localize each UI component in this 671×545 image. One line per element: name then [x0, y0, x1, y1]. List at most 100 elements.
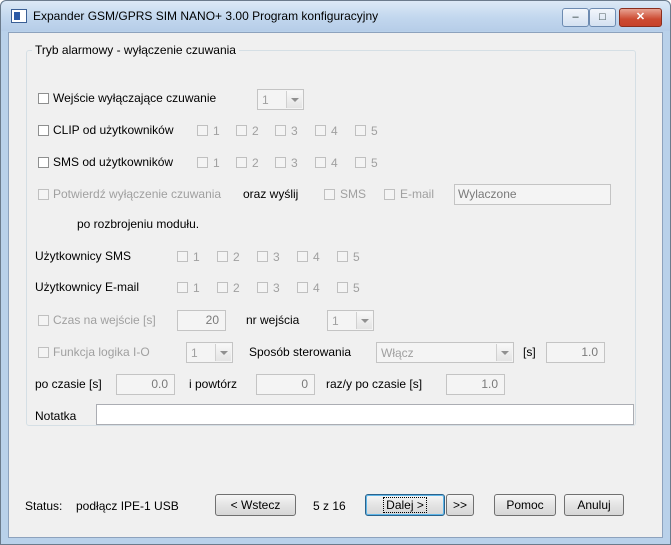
email-recipient-4-checkbox[interactable] — [297, 282, 308, 293]
maximize-icon: □ — [599, 11, 606, 23]
minimize-button[interactable]: – — [562, 8, 589, 27]
next-button[interactable]: Dalej > — [365, 494, 445, 516]
alarm-mode-group: Tryb alarmowy - wyłączenie czuwania Wejś… — [26, 43, 636, 426]
email-recipient-4-label: 4 — [313, 281, 320, 295]
logic-io-select-value: 1 — [191, 346, 198, 360]
help-button[interactable]: Pomoc — [494, 494, 556, 516]
clip-users-label: CLIP od użytkowników — [53, 123, 174, 137]
input-disarm-label: Wejście wyłączające czuwanie — [53, 91, 217, 105]
sms-recipient-1-label: 1 — [193, 250, 200, 264]
sms-user-4-label: 4 — [331, 156, 338, 170]
input-disarm-select[interactable]: 1 — [257, 89, 304, 110]
close-icon: ✕ — [635, 11, 646, 23]
close-button[interactable]: ✕ — [619, 8, 662, 27]
title-bar[interactable]: Expander GSM/GPRS SIM NANO+ 3.00 Program… — [1, 1, 670, 31]
confirm-disarm-checkbox[interactable] — [38, 189, 49, 200]
clip-user-1-checkbox[interactable] — [197, 125, 208, 136]
sms-user-5-label: 5 — [371, 156, 378, 170]
clip-user-3-label: 3 — [291, 124, 298, 138]
control-mode-select[interactable]: Włącz — [376, 342, 514, 363]
next-button-label: Dalej > — [383, 497, 427, 513]
clip-user-2-checkbox[interactable] — [236, 125, 247, 136]
sms-recipient-3-label: 3 — [273, 250, 280, 264]
sms-recipients-label: Użytkownicy SMS — [35, 249, 132, 263]
logic-io-label: Funkcja logika I-O — [53, 345, 150, 359]
email-recipients-label: Użytkownicy E-mail — [35, 280, 140, 294]
app-icon — [11, 9, 27, 23]
email-recipient-2-checkbox[interactable] — [217, 282, 228, 293]
sms-user-3-checkbox[interactable] — [275, 157, 286, 168]
sms-user-3-label: 3 — [291, 156, 298, 170]
cancel-button[interactable]: Anuluj — [564, 494, 624, 516]
send-email-label: E-mail — [400, 187, 435, 201]
times-field[interactable]: 1.0 — [446, 374, 505, 395]
email-recipient-3-label: 3 — [273, 281, 280, 295]
control-mode-select-value: Włącz — [381, 346, 414, 360]
back-button[interactable]: < Wstecz — [215, 494, 296, 516]
clip-users-checkbox[interactable] — [38, 125, 49, 136]
sms-user-1-label: 1 — [213, 156, 220, 170]
minimize-icon: – — [572, 11, 579, 23]
chevron-down-icon — [286, 91, 302, 108]
app-window: Expander GSM/GPRS SIM NANO+ 3.00 Program… — [0, 0, 671, 545]
window-title: Expander GSM/GPRS SIM NANO+ 3.00 Program… — [33, 9, 379, 23]
sms-recipient-4-checkbox[interactable] — [297, 251, 308, 262]
maximize-button[interactable]: □ — [589, 8, 616, 27]
input-number-label: nr wejścia — [246, 313, 300, 327]
email-recipient-5-label: 5 — [353, 281, 360, 295]
chevron-down-icon — [215, 344, 231, 361]
clip-user-1-label: 1 — [213, 124, 220, 138]
chevron-down-icon — [496, 344, 512, 361]
entry-time-field[interactable]: 20 — [177, 310, 226, 331]
sms-recipient-2-checkbox[interactable] — [217, 251, 228, 262]
logic-io-select[interactable]: 1 — [186, 342, 233, 363]
sms-user-2-checkbox[interactable] — [236, 157, 247, 168]
input-disarm-select-value: 1 — [262, 93, 269, 107]
sms-recipient-3-checkbox[interactable] — [257, 251, 268, 262]
sms-recipient-5-label: 5 — [353, 250, 360, 264]
clip-user-4-label: 4 — [331, 124, 338, 138]
repeat-field[interactable]: 0 — [256, 374, 315, 395]
control-mode-label: Sposób sterowania — [249, 345, 352, 359]
entry-time-checkbox[interactable] — [38, 315, 49, 326]
group-legend: Tryb alarmowy - wyłączenie czuwania — [32, 43, 239, 57]
entry-time-label: Czas na wejście [s] — [53, 313, 156, 327]
and-send-label: oraz wyślij — [243, 187, 299, 201]
after-disarm-label: po rozbrojeniu modułu. — [77, 217, 200, 231]
input-number-select[interactable]: 1 — [327, 310, 374, 331]
sms-user-2-label: 2 — [252, 156, 259, 170]
sms-users-label: SMS od użytkowników — [53, 155, 174, 169]
send-email-checkbox[interactable] — [384, 189, 395, 200]
sms-user-4-checkbox[interactable] — [315, 157, 326, 168]
email-recipient-1-label: 1 — [193, 281, 200, 295]
email-recipient-1-checkbox[interactable] — [177, 282, 188, 293]
sms-recipient-2-label: 2 — [233, 250, 240, 264]
chevron-down-icon — [356, 312, 372, 329]
seconds-field[interactable]: 1.0 — [546, 342, 605, 363]
email-recipient-5-checkbox[interactable] — [337, 282, 348, 293]
sms-recipient-1-checkbox[interactable] — [177, 251, 188, 262]
input-number-select-value: 1 — [332, 314, 339, 328]
sms-recipient-5-checkbox[interactable] — [337, 251, 348, 262]
sms-users-checkbox[interactable] — [38, 157, 49, 168]
confirm-status-field[interactable]: Wylaczone — [454, 184, 611, 205]
clip-user-4-checkbox[interactable] — [315, 125, 326, 136]
confirm-disarm-label: Potwierdź wyłączenie czuwania — [53, 187, 222, 201]
send-sms-checkbox[interactable] — [324, 189, 335, 200]
repeat-label: i powtórz — [189, 377, 238, 391]
dialog-body: Tryb alarmowy - wyłączenie czuwania Wejś… — [8, 32, 663, 538]
clip-user-3-checkbox[interactable] — [275, 125, 286, 136]
sms-user-5-checkbox[interactable] — [355, 157, 366, 168]
after-time-field[interactable]: 0.0 — [116, 374, 175, 395]
note-input[interactable] — [96, 404, 634, 425]
page-indicator: 5 z 16 — [313, 499, 346, 513]
seconds-label: [s] — [523, 345, 536, 359]
sms-user-1-checkbox[interactable] — [197, 157, 208, 168]
email-recipient-3-checkbox[interactable] — [257, 282, 268, 293]
clip-user-5-checkbox[interactable] — [355, 125, 366, 136]
input-disarm-checkbox[interactable] — [38, 93, 49, 104]
sms-recipient-4-label: 4 — [313, 250, 320, 264]
status-value: podłącz IPE-1 USB — [76, 499, 179, 513]
skip-button[interactable]: >> — [446, 494, 474, 516]
logic-io-checkbox[interactable] — [38, 347, 49, 358]
